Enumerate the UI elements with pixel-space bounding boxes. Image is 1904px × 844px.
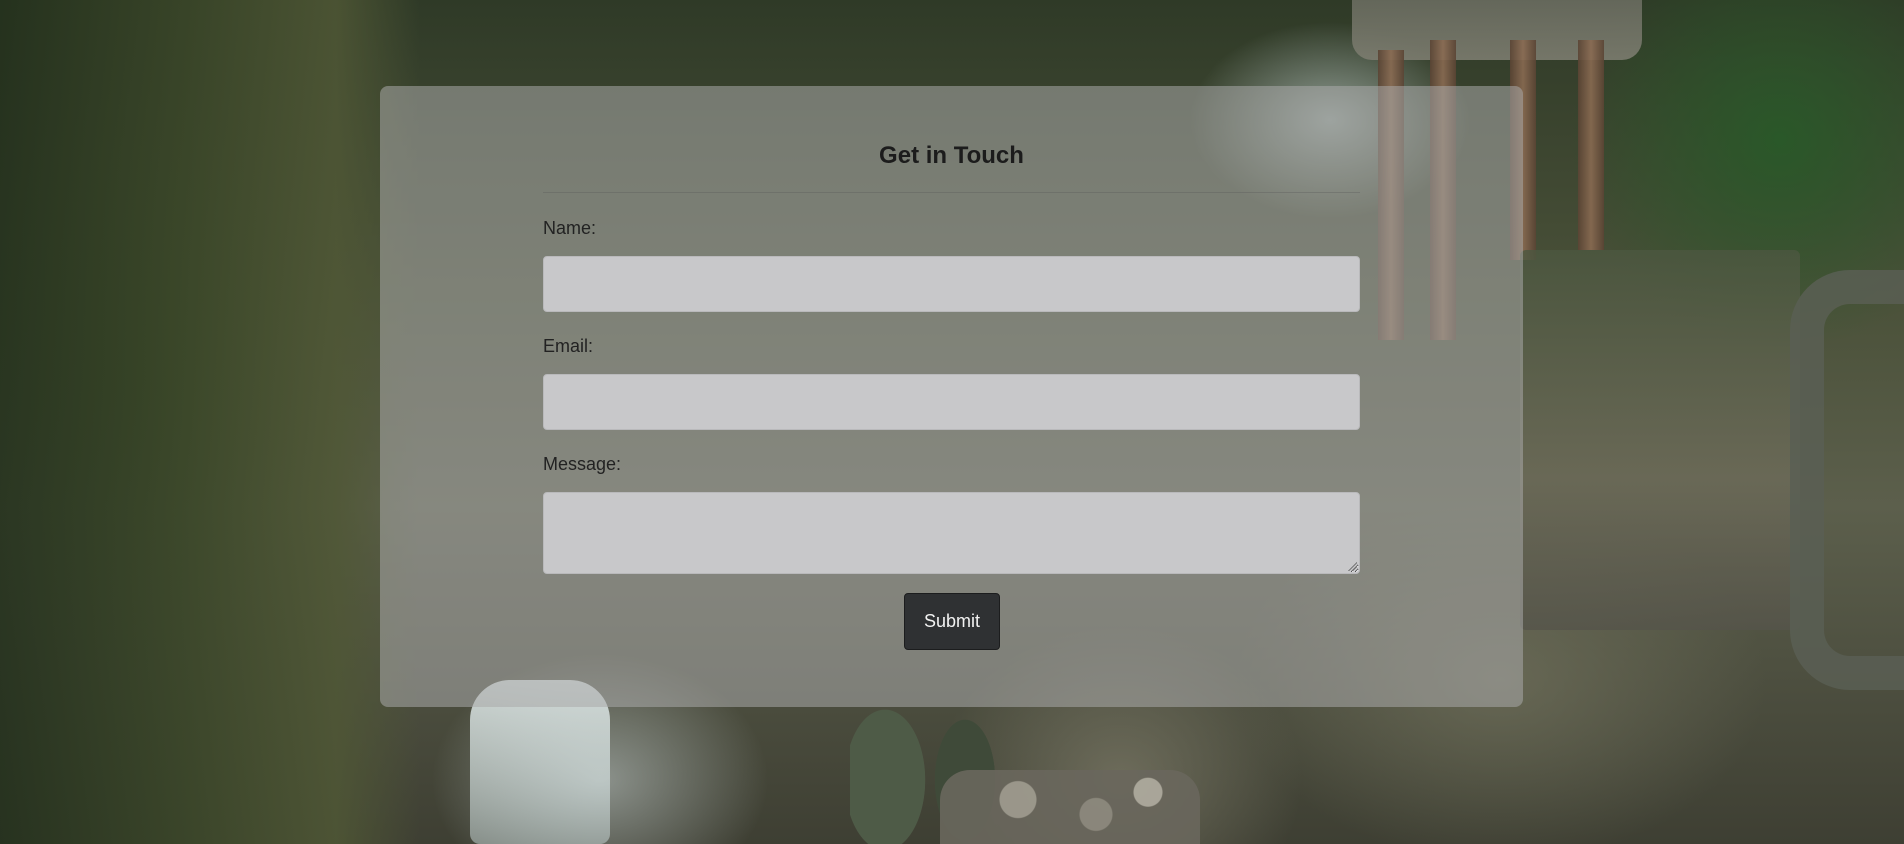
textarea-resize-handle[interactable] xyxy=(1347,561,1357,571)
email-input[interactable] xyxy=(543,374,1360,430)
name-label: Name: xyxy=(543,218,597,238)
name-input[interactable] xyxy=(543,256,1360,312)
submit-button[interactable]: Submit xyxy=(904,593,1000,650)
contact-form: Get in Touch Name: Email: Message: Submi… xyxy=(380,86,1523,707)
background-rocks xyxy=(940,770,1200,844)
background-arch xyxy=(1790,270,1904,690)
email-label: Email: xyxy=(543,336,594,356)
message-label: Message: xyxy=(543,454,622,474)
background-column xyxy=(1578,40,1604,250)
background-wall xyxy=(0,0,420,844)
message-textarea[interactable] xyxy=(543,492,1360,574)
background-ruin xyxy=(1520,250,1800,630)
title-divider xyxy=(543,192,1360,193)
form-title: Get in Touch xyxy=(879,142,1024,169)
